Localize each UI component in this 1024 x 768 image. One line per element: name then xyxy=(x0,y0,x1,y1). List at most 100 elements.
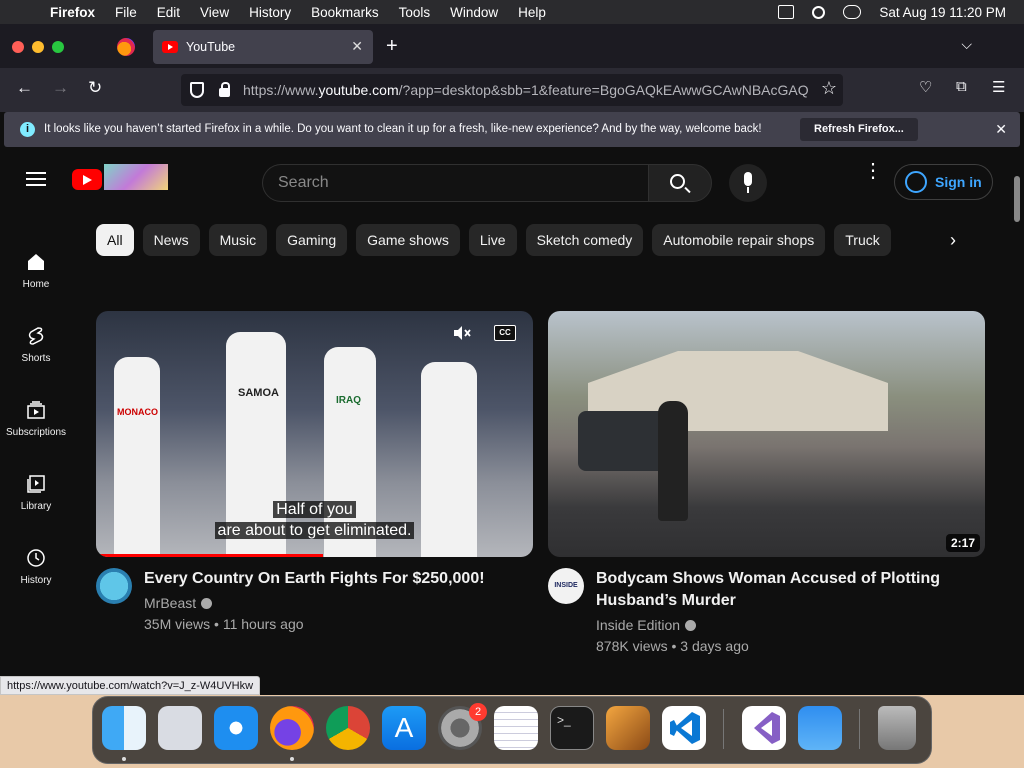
list-all-tabs-icon[interactable]: ⌵ xyxy=(961,36,972,53)
firefox-pinned-tab-icon[interactable] xyxy=(117,38,135,56)
chip-truck[interactable]: Truck xyxy=(834,224,891,256)
home-icon xyxy=(28,254,44,270)
caption-line: are about to get eliminated. xyxy=(214,522,415,539)
url-bar[interactable]: https://www.youtube.com/?app=desktop&sbb… xyxy=(181,74,843,106)
spotlight-search-icon[interactable] xyxy=(812,5,826,19)
chrome-icon[interactable] xyxy=(326,706,370,750)
mute-icon[interactable] xyxy=(452,325,474,341)
sidebar-item-shorts[interactable]: Shorts xyxy=(0,326,72,364)
youtube-logo-icon[interactable] xyxy=(72,169,102,190)
channel-name[interactable]: Inside Edition xyxy=(596,617,697,633)
sidebar-item-subscriptions[interactable]: Subscriptions xyxy=(0,400,72,438)
control-center-icon[interactable] xyxy=(843,5,862,19)
chip-news[interactable]: News xyxy=(142,224,200,256)
video-title[interactable]: Bodycam Shows Woman Accused of Plotting … xyxy=(596,568,976,612)
url-text[interactable]: https://www.youtube.com/?app=desktop&sbb… xyxy=(243,82,809,98)
video-title[interactable]: Every Country On Earth Fights For $250,0… xyxy=(144,568,524,590)
sign-in-button[interactable]: Sign in xyxy=(894,164,993,200)
search-button[interactable] xyxy=(648,164,712,202)
close-notification-icon[interactable]: ✕ xyxy=(995,121,1007,138)
launchpad-icon[interactable] xyxy=(158,706,202,750)
lock-icon[interactable] xyxy=(219,82,230,97)
bookmark-star-icon[interactable]: ☆ xyxy=(821,78,837,99)
close-window-button[interactable] xyxy=(12,41,24,53)
menu-app-name[interactable]: Firefox xyxy=(50,5,95,20)
vscode-icon[interactable] xyxy=(662,706,706,750)
reload-button[interactable]: ↻ xyxy=(88,78,102,98)
visual-studio-icon[interactable] xyxy=(742,706,786,750)
finder-icon[interactable] xyxy=(102,706,146,750)
screen-mirroring-icon[interactable] xyxy=(778,5,795,19)
menu-help[interactable]: Help xyxy=(518,5,546,20)
trash-icon[interactable] xyxy=(878,706,916,750)
info-icon: i xyxy=(20,122,35,137)
jersey-text: IRAQ xyxy=(336,395,361,406)
settings-more-icon[interactable]: ⋮ xyxy=(863,161,883,181)
minimize-window-button[interactable] xyxy=(32,41,44,53)
extensions-icon[interactable]: ⧉ xyxy=(956,78,967,95)
sidebar-item-home[interactable]: Home xyxy=(0,252,72,290)
macos-dock: A 2 >_ xyxy=(92,696,932,764)
chip-live[interactable]: Live xyxy=(468,224,517,256)
tab-bar: YouTube ✕ + ⌵ xyxy=(0,24,1024,68)
pocket-icon[interactable]: ♡ xyxy=(919,78,932,96)
video-thumbnail[interactable]: MONACO SAMOA IRAQ CC Half of you are abo… xyxy=(96,311,533,557)
sidebar-item-label: Shorts xyxy=(21,353,51,364)
menu-bookmarks[interactable]: Bookmarks xyxy=(311,5,379,20)
menu-clock[interactable]: Sat Aug 19 11:20 PM xyxy=(879,5,1006,20)
voice-search-icon[interactable] xyxy=(729,164,767,202)
menu-tools[interactable]: Tools xyxy=(399,5,431,20)
youtube-doodle[interactable] xyxy=(104,164,168,190)
chip-music[interactable]: Music xyxy=(208,224,268,256)
menu-view[interactable]: View xyxy=(200,5,229,20)
video-metadata: 878K views • 3 days ago xyxy=(596,638,749,654)
chip-gaming[interactable]: Gaming xyxy=(276,224,348,256)
link-status-url: https://www.youtube.com/watch?v=J_z-W4UV… xyxy=(0,676,261,695)
zoom-window-button[interactable] xyxy=(52,41,64,53)
back-button[interactable]: ← xyxy=(16,78,33,98)
refresh-firefox-button[interactable]: Refresh Firefox... xyxy=(800,118,918,141)
caption-line: Half of you xyxy=(273,501,356,518)
sidebar-item-library[interactable]: Library xyxy=(0,474,72,512)
tracking-protection-shield-icon[interactable] xyxy=(190,82,204,98)
channel-avatar[interactable] xyxy=(96,568,132,604)
firefox-icon[interactable] xyxy=(270,706,314,750)
filter-chips: All News Music Gaming Game shows Live Sketch c… xyxy=(96,224,946,256)
library-icon xyxy=(27,475,45,493)
app-menu-icon[interactable]: ☰ xyxy=(992,78,1005,96)
terminal-icon[interactable]: >_ xyxy=(550,706,594,750)
search-input[interactable]: Search xyxy=(262,164,648,202)
chip-automobile-repair-shops[interactable]: Automobile repair shops xyxy=(652,224,826,256)
safari-icon[interactable] xyxy=(214,706,258,750)
app-store-icon[interactable]: A xyxy=(382,706,426,750)
menu-window[interactable]: Window xyxy=(450,5,498,20)
chip-sketch-comedy[interactable]: Sketch comedy xyxy=(525,224,644,256)
forward-button[interactable]: → xyxy=(52,78,69,98)
sidebar-item-label: History xyxy=(20,575,52,586)
firefox-window: YouTube ✕ + ⌵ ← → ↻ https://www.youtube.… xyxy=(0,24,1024,695)
menu-edit[interactable]: Edit xyxy=(157,5,180,20)
channel-name[interactable]: MrBeast xyxy=(144,595,213,611)
chip-all[interactable]: All xyxy=(96,224,134,256)
page-scrollbar[interactable] xyxy=(1014,176,1020,222)
video-thumbnail[interactable]: 2:17 xyxy=(548,311,985,557)
sidebar-item-label: Subscriptions xyxy=(5,427,67,438)
channel-avatar[interactable]: INSIDE xyxy=(548,568,584,604)
duration-badge: 2:17 xyxy=(945,534,980,552)
chip-game-shows[interactable]: Game shows xyxy=(356,224,460,256)
guide-menu-icon[interactable] xyxy=(26,172,46,186)
sidebar-item-history[interactable]: History xyxy=(0,548,72,586)
chevron-right-icon[interactable]: › xyxy=(950,230,956,251)
weather-icon[interactable] xyxy=(798,706,842,750)
new-tab-button[interactable]: + xyxy=(386,35,398,58)
garageband-icon[interactable] xyxy=(606,706,650,750)
menu-file[interactable]: File xyxy=(115,5,137,20)
person-shape xyxy=(658,401,688,521)
close-tab-icon[interactable]: ✕ xyxy=(351,38,363,55)
jersey-text: SAMOA xyxy=(238,387,279,399)
refresh-firefox-notification: i It looks like you haven’t started Fire… xyxy=(4,112,1020,147)
closed-captions-icon[interactable]: CC xyxy=(494,325,516,341)
tab-youtube[interactable]: YouTube ✕ xyxy=(153,30,373,64)
menu-history[interactable]: History xyxy=(249,5,291,20)
textedit-icon[interactable] xyxy=(494,706,538,750)
